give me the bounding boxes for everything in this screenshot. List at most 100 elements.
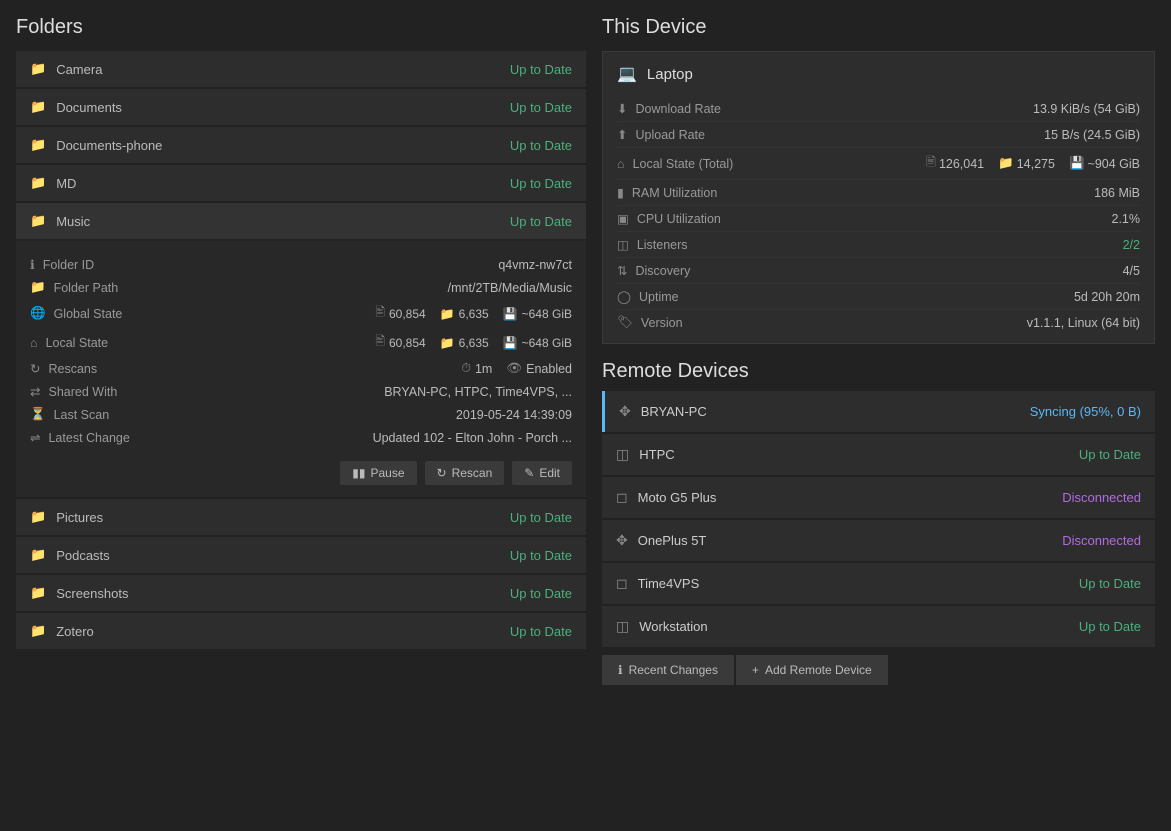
folder-icon-zotero: 📁 (30, 623, 46, 639)
ls-file-icon: 🖹 (926, 153, 936, 174)
remote-device-moto[interactable]: ◻ Moto G5 Plus Disconnected (602, 477, 1155, 518)
latest-change-value: Updated 102 - Elton John - Porch ... (373, 431, 572, 445)
local-state-total-label: Local State (Total) (633, 157, 734, 171)
remote-actions-bar: ℹ Recent Changes + Add Remote Device (602, 655, 1155, 685)
version-label: Version (641, 316, 683, 330)
ls-size: ~904 GiB (1088, 157, 1140, 171)
folder-status-zotero: Up to Date (510, 624, 572, 639)
remote-status-time4vps: Up to Date (1079, 576, 1141, 591)
folder-item-screenshots[interactable]: 📁 Screenshots Up to Date (16, 575, 586, 611)
add-remote-icon: + (752, 663, 759, 677)
rescans-label: Rescans (48, 362, 97, 376)
remote-status-bryan-pc: Syncing (95%, 0 B) (1030, 404, 1141, 419)
global-state-stats: 🖹60,854 📁6,635 💾~648 GiB (375, 303, 572, 324)
folder-item-documents[interactable]: 📁 Documents Up to Date (16, 89, 586, 125)
uptime-value: 5d 20h 20m (1074, 290, 1140, 304)
folder-item-music[interactable]: 📁 Music Up to Date (16, 203, 586, 239)
remote-status-oneplus: Disconnected (1062, 533, 1141, 548)
remote-device-time4vps[interactable]: ◻ Time4VPS Up to Date (602, 563, 1155, 604)
share-icon: ⇄ (30, 384, 40, 399)
last-scan-value: 2019-05-24 14:39:09 (456, 408, 572, 422)
remote-device-oneplus[interactable]: ✥ OnePlus 5T Disconnected (602, 520, 1155, 561)
remote-name-workstation: Workstation (639, 619, 707, 634)
local-folders: 6,635 (459, 336, 489, 350)
listeners-label: Listeners (637, 238, 688, 252)
download-value: 13.9 KiB/s (54 GiB) (1033, 102, 1140, 116)
device-name: Laptop (647, 66, 693, 83)
folder-name-music: Music (56, 214, 90, 229)
local-files: 60,854 (389, 336, 426, 350)
folder-status-podcasts: Up to Date (510, 548, 572, 563)
global-size: ~648 GiB (522, 307, 572, 321)
discovery-value: 4/5 (1123, 264, 1140, 278)
folder-item-documents-phone[interactable]: 📁 Documents-phone Up to Date (16, 127, 586, 163)
remote-devices-title: Remote Devices (602, 360, 1155, 383)
left-panel: Folders 📁 Camera Up to Date 📁 Documents … (16, 16, 586, 685)
stat-cpu: ▣ CPU Utilization 2.1% (617, 206, 1140, 232)
shared-with-label: Shared With (48, 385, 117, 399)
remote-name-oneplus: OnePlus 5T (638, 533, 707, 548)
detail-row-latest-change: ⇌ Latest Change Updated 102 - Elton John… (30, 426, 572, 449)
stat-listeners: ◫ Listeners 2/2 (617, 232, 1140, 258)
clock-icon: ⏱ (461, 361, 471, 376)
detail-row-global-state: 🌐 Global State 🖹60,854 📁6,635 💾~648 GiB (30, 299, 572, 328)
latest-change-label: Latest Change (48, 431, 129, 445)
globe-icon: 🌐 (30, 306, 46, 321)
upload-label: Upload Rate (635, 128, 705, 142)
global-disk-icon: 💾 (503, 307, 518, 321)
remote-device-htpc[interactable]: ◫ HTPC Up to Date (602, 434, 1155, 475)
global-files: 60,854 (389, 307, 426, 321)
folder-status-pictures: Up to Date (510, 510, 572, 525)
laptop-icon: 💻 (617, 64, 637, 84)
detail-row-local-state: ⌂ Local State 🖹60,854 📁6,635 💾~648 GiB (30, 328, 572, 357)
home-icon: ⌂ (30, 336, 38, 350)
folder-icon-documents-phone: 📁 (30, 137, 46, 153)
folder-status-documents-phone: Up to Date (510, 138, 572, 153)
local-state-values: 🖹 126,041 📁 14,275 💾 ~904 GiB (926, 153, 1140, 174)
folder-path-value: /mnt/2TB/Media/Music (448, 281, 572, 295)
folder-name-zotero: Zotero (56, 624, 94, 639)
pause-button[interactable]: ▮▮ Pause (340, 461, 416, 485)
remote-icon-moto: ◻ (616, 489, 628, 506)
folder-item-zotero[interactable]: 📁 Zotero Up to Date (16, 613, 586, 649)
listeners-icon: ◫ (617, 237, 629, 252)
local-folder-icon: 📁 (440, 336, 455, 350)
pause-icon: ▮▮ (352, 466, 365, 480)
folder-name-documents: Documents (56, 100, 122, 115)
uptime-icon: ◯ (617, 289, 631, 304)
recent-changes-label: Recent Changes (629, 663, 718, 677)
cpu-label: CPU Utilization (637, 212, 721, 226)
edit-icon: ✎ (524, 466, 534, 480)
stat-discovery: ⇅ Discovery 4/5 (617, 258, 1140, 284)
upload-value: 15 B/s (24.5 GiB) (1044, 128, 1140, 142)
stat-download: ⬇ Download Rate 13.9 KiB/s (54 GiB) (617, 96, 1140, 122)
recent-changes-button[interactable]: ℹ Recent Changes (602, 655, 734, 685)
edit-button[interactable]: ✎ Edit (512, 461, 572, 485)
ls-files: 126,041 (939, 157, 984, 171)
global-folders: 6,635 (459, 307, 489, 321)
folder-item-camera[interactable]: 📁 Camera Up to Date (16, 51, 586, 87)
right-panel: This Device 💻 Laptop ⬇ Download Rate 13.… (602, 16, 1155, 685)
folder-name-md: MD (56, 176, 76, 191)
remote-name-time4vps: Time4VPS (638, 576, 700, 591)
download-label: Download Rate (635, 102, 720, 116)
add-remote-device-button[interactable]: + Add Remote Device (736, 655, 888, 685)
remote-device-bryan-pc[interactable]: ✥ BRYAN-PC Syncing (95%, 0 B) (602, 391, 1155, 432)
rescan-button[interactable]: ↻ Rescan (425, 461, 505, 485)
rescans-interval: 1m (475, 362, 492, 376)
cpu-icon: ▣ (617, 211, 629, 226)
stat-uptime: ◯ Uptime 5d 20h 20m (617, 284, 1140, 310)
remote-device-workstation[interactable]: ◫ Workstation Up to Date (602, 606, 1155, 647)
folder-item-pictures[interactable]: 📁 Pictures Up to Date (16, 499, 586, 535)
folder-path-label: Folder Path (54, 281, 119, 295)
local-state-icon: ⌂ (617, 157, 625, 171)
folder-item-md[interactable]: 📁 MD Up to Date (16, 165, 586, 201)
folder-item-podcasts[interactable]: 📁 Podcasts Up to Date (16, 537, 586, 573)
remote-icon-oneplus: ✥ (616, 532, 628, 549)
detail-row-shared-with: ⇄ Shared With BRYAN-PC, HTPC, Time4VPS, … (30, 380, 572, 403)
remote-status-moto: Disconnected (1062, 490, 1141, 505)
version-value: v1.1.1, Linux (64 bit) (1027, 316, 1140, 330)
stat-local-state: ⌂ Local State (Total) 🖹 126,041 📁 14,275 (617, 148, 1140, 180)
remote-status-workstation: Up to Date (1079, 619, 1141, 634)
remote-name-moto: Moto G5 Plus (638, 490, 717, 505)
